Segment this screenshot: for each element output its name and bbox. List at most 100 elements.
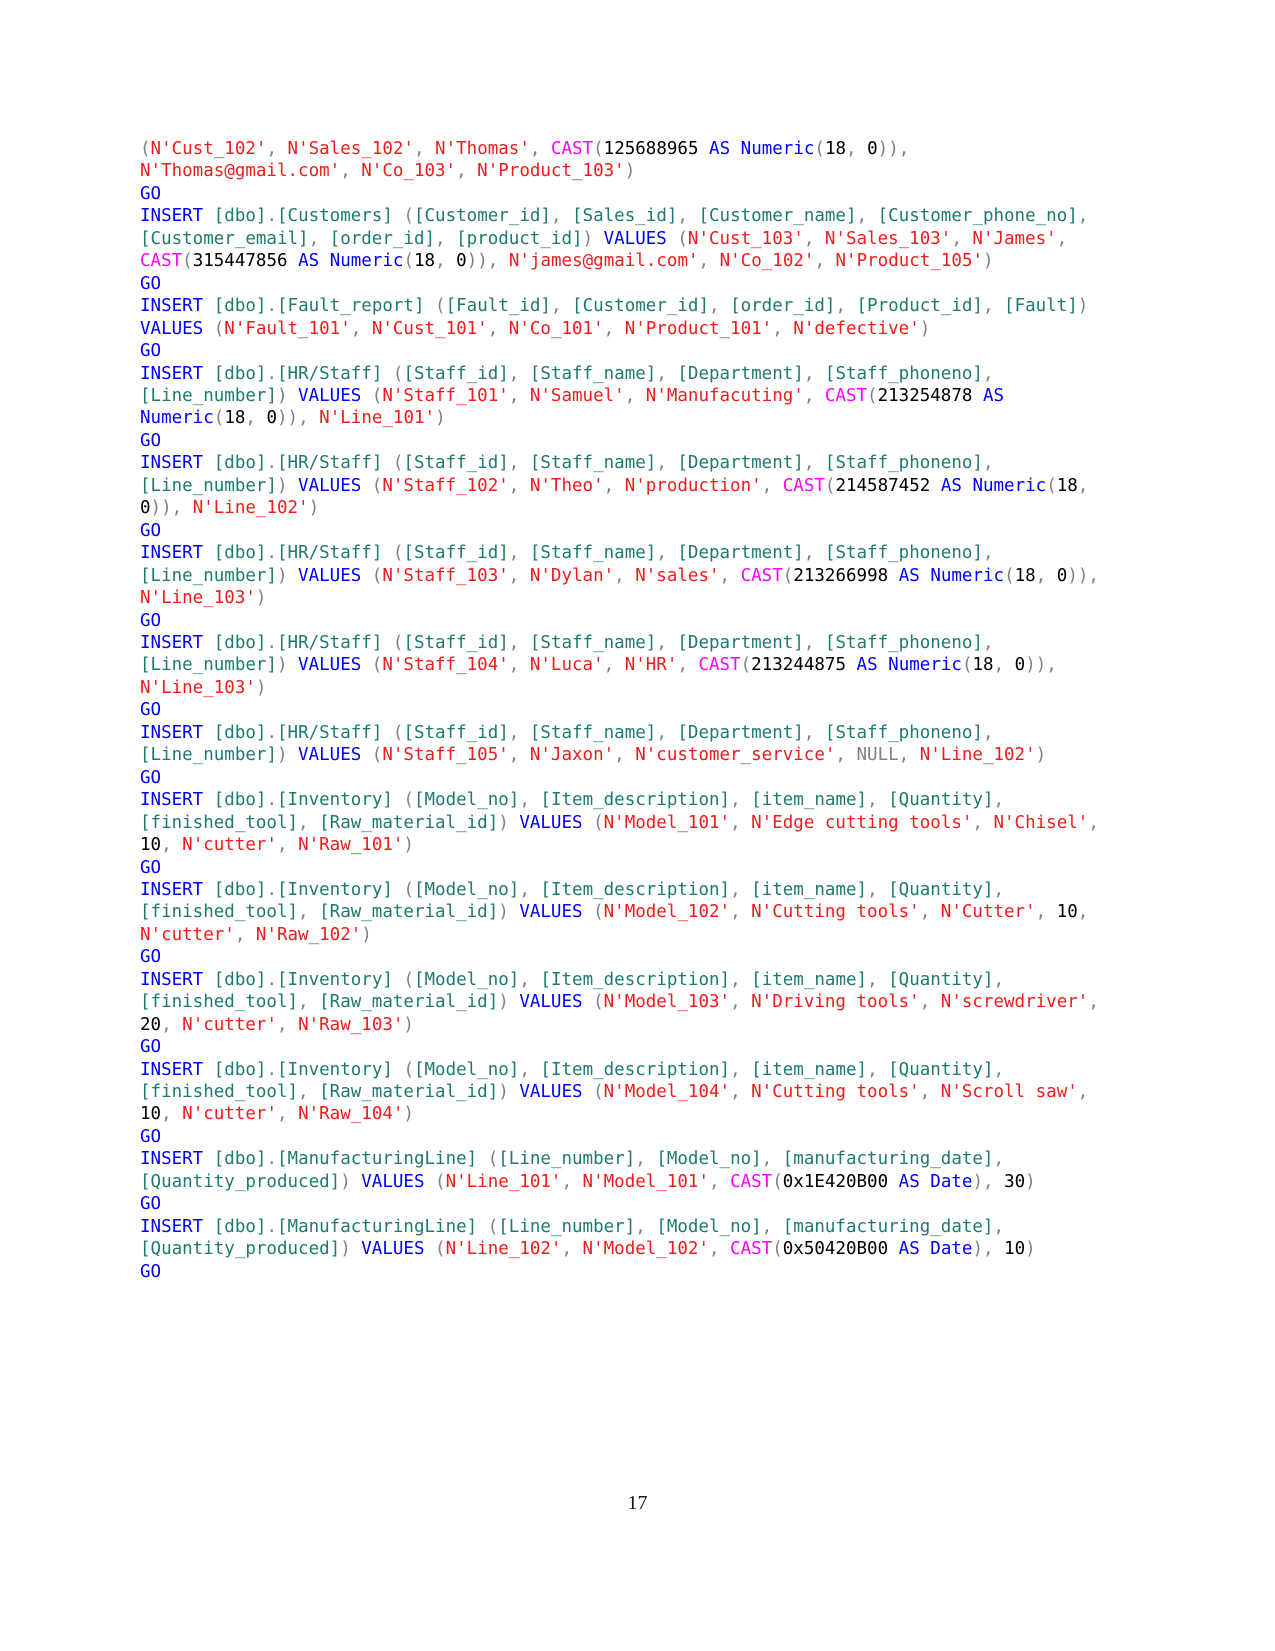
code-token-punc: , (919, 902, 941, 923)
code-token-punc: ( (392, 879, 414, 900)
code-token-punc: , (1035, 902, 1057, 923)
code-token-punc: , (803, 453, 825, 474)
code-token-kw: INSERT (140, 632, 204, 653)
code-token-kw: GO (140, 341, 162, 362)
code-token-kw: GO (140, 1194, 162, 1215)
code-token-punc: ( (424, 296, 446, 317)
code-token-punc: , (161, 835, 183, 856)
code-token-str: N'Model_101' (582, 1171, 709, 1192)
code-token-ident: [Quantity] (888, 969, 994, 990)
code-token-cast: CAST (824, 385, 868, 406)
code-token-cast: CAST (698, 655, 741, 676)
code-token-punc: , (803, 363, 825, 384)
code-token-punc: ( (182, 251, 193, 272)
code-token-num: 18 (1056, 475, 1078, 496)
code-token-str: N'Sales_103' (824, 228, 952, 249)
code-token-ident: [dbo] (213, 1149, 267, 1170)
code-token-punc: , (1088, 812, 1110, 833)
code-token-punc: . (266, 1059, 277, 1080)
code-token-punc: , (508, 745, 530, 766)
code-token-punc (203, 543, 214, 563)
code-token-ident: [Department] (677, 722, 804, 743)
code-line: INSERT [dbo].[HR/Staff] ([Staff_id], [St… (140, 542, 1100, 609)
code-token-punc: ( (824, 475, 836, 496)
code-token-kw: VALUES (298, 565, 362, 586)
code-token-punc: , (867, 1059, 889, 1080)
code-token-punc: ( (582, 1082, 604, 1103)
code-token-ident: [Staff_phoneno] (824, 453, 983, 474)
code-token-ident: [Staff_phoneno] (824, 543, 983, 564)
code-token-ident: [dbo] (213, 206, 267, 227)
code-line: GO (140, 610, 1100, 632)
code-token-str: N'Model_103' (603, 992, 731, 1013)
code-token-str: N'sales' (635, 565, 720, 586)
code-token-punc (972, 386, 983, 406)
code-token-punc (920, 1239, 931, 1259)
code-line: (N'Cust_102', N'Sales_102', N'Thomas', C… (140, 138, 1100, 183)
code-token-punc: , (519, 790, 541, 811)
code-token-num: 10 (140, 835, 162, 856)
code-token-punc (203, 1060, 214, 1080)
code-token-ident: [Line_number] (140, 745, 277, 766)
code-token-punc: , (677, 655, 699, 676)
code-token-kw: INSERT (140, 1059, 204, 1080)
code-token-str: N'HR' (624, 655, 678, 676)
code-token-ident: [Line_number] (498, 1149, 636, 1170)
code-token-ident: [Fault_report] (277, 296, 425, 317)
code-line: GO (140, 1036, 1100, 1058)
code-token-ident: [Model_no] (656, 1149, 762, 1170)
code-token-punc: ( (392, 1059, 414, 1080)
code-token-punc: ( (361, 745, 383, 766)
code-line: INSERT [dbo].[Inventory] ([Model_no], [I… (140, 1059, 1100, 1126)
code-token-punc (920, 1172, 931, 1192)
code-token-kw: INSERT (140, 296, 204, 317)
code-token-punc: , (951, 228, 973, 249)
code-token-ident: [Staff_phoneno] (824, 722, 983, 743)
code-token-punc (878, 655, 889, 675)
code-token-punc: , (982, 296, 1005, 317)
code-token-kw: AS (709, 139, 731, 159)
code-token-punc: ( (666, 228, 688, 249)
code-token-ident: [dbo] (213, 790, 267, 811)
code-token-ident: [finished_tool] (140, 902, 299, 923)
code-token-ident: [Raw_material_id] (319, 812, 499, 833)
code-token-punc: , (708, 1171, 731, 1192)
code-token-punc: ( (361, 565, 383, 586)
code-token-punc: ( (213, 408, 225, 429)
code-token-ident: [product_id] (456, 228, 583, 249)
code-token-punc: . (266, 969, 277, 990)
code-token-ident: [dbo] (213, 722, 267, 743)
code-token-ident: [Quantity] (888, 1059, 994, 1080)
code-token-punc: , (413, 139, 436, 159)
code-token-cast: CAST (140, 251, 183, 272)
code-token-str: N'Jaxon' (529, 745, 615, 766)
code-token-num: 213266998 (793, 565, 889, 586)
code-token-ident: [Inventory] (277, 790, 393, 811)
code-token-ident: [Inventory] (277, 969, 393, 990)
code-token-punc: , (308, 228, 330, 249)
code-token-str: N'Line_103' (140, 677, 256, 698)
code-token-punc: ( (424, 1239, 446, 1260)
code-token-punc: ( (582, 812, 604, 833)
code-token-punc: , (508, 543, 530, 564)
code-token-punc: , (730, 969, 752, 990)
code-token-str: N'Scroll saw' (940, 1082, 1078, 1103)
code-token-punc: . (266, 1216, 277, 1237)
code-token-str: N'defective' (793, 318, 920, 339)
code-line: GO (140, 430, 1100, 452)
code-token-punc: ) (919, 318, 931, 339)
code-token-num: 213244875 (751, 655, 846, 676)
code-token-punc: , (435, 251, 457, 272)
code-token-ident: [order_id] (329, 228, 436, 249)
code-token-punc: , (719, 565, 741, 586)
code-token-ident: [Product_id] (856, 296, 983, 317)
code-token-punc: , (761, 1149, 783, 1170)
code-token-num: 0 (1014, 655, 1026, 676)
code-token-punc: ( (593, 139, 604, 159)
code-token-ident: [ManufacturingLine] (277, 1216, 478, 1237)
code-token-ident: [Model_no] (656, 1216, 762, 1237)
code-token-punc: , (982, 363, 1005, 384)
code-token-ident: [Inventory] (277, 1059, 393, 1080)
code-token-punc: , (1088, 992, 1110, 1013)
code-token-ident: [dbo] (213, 1216, 267, 1237)
